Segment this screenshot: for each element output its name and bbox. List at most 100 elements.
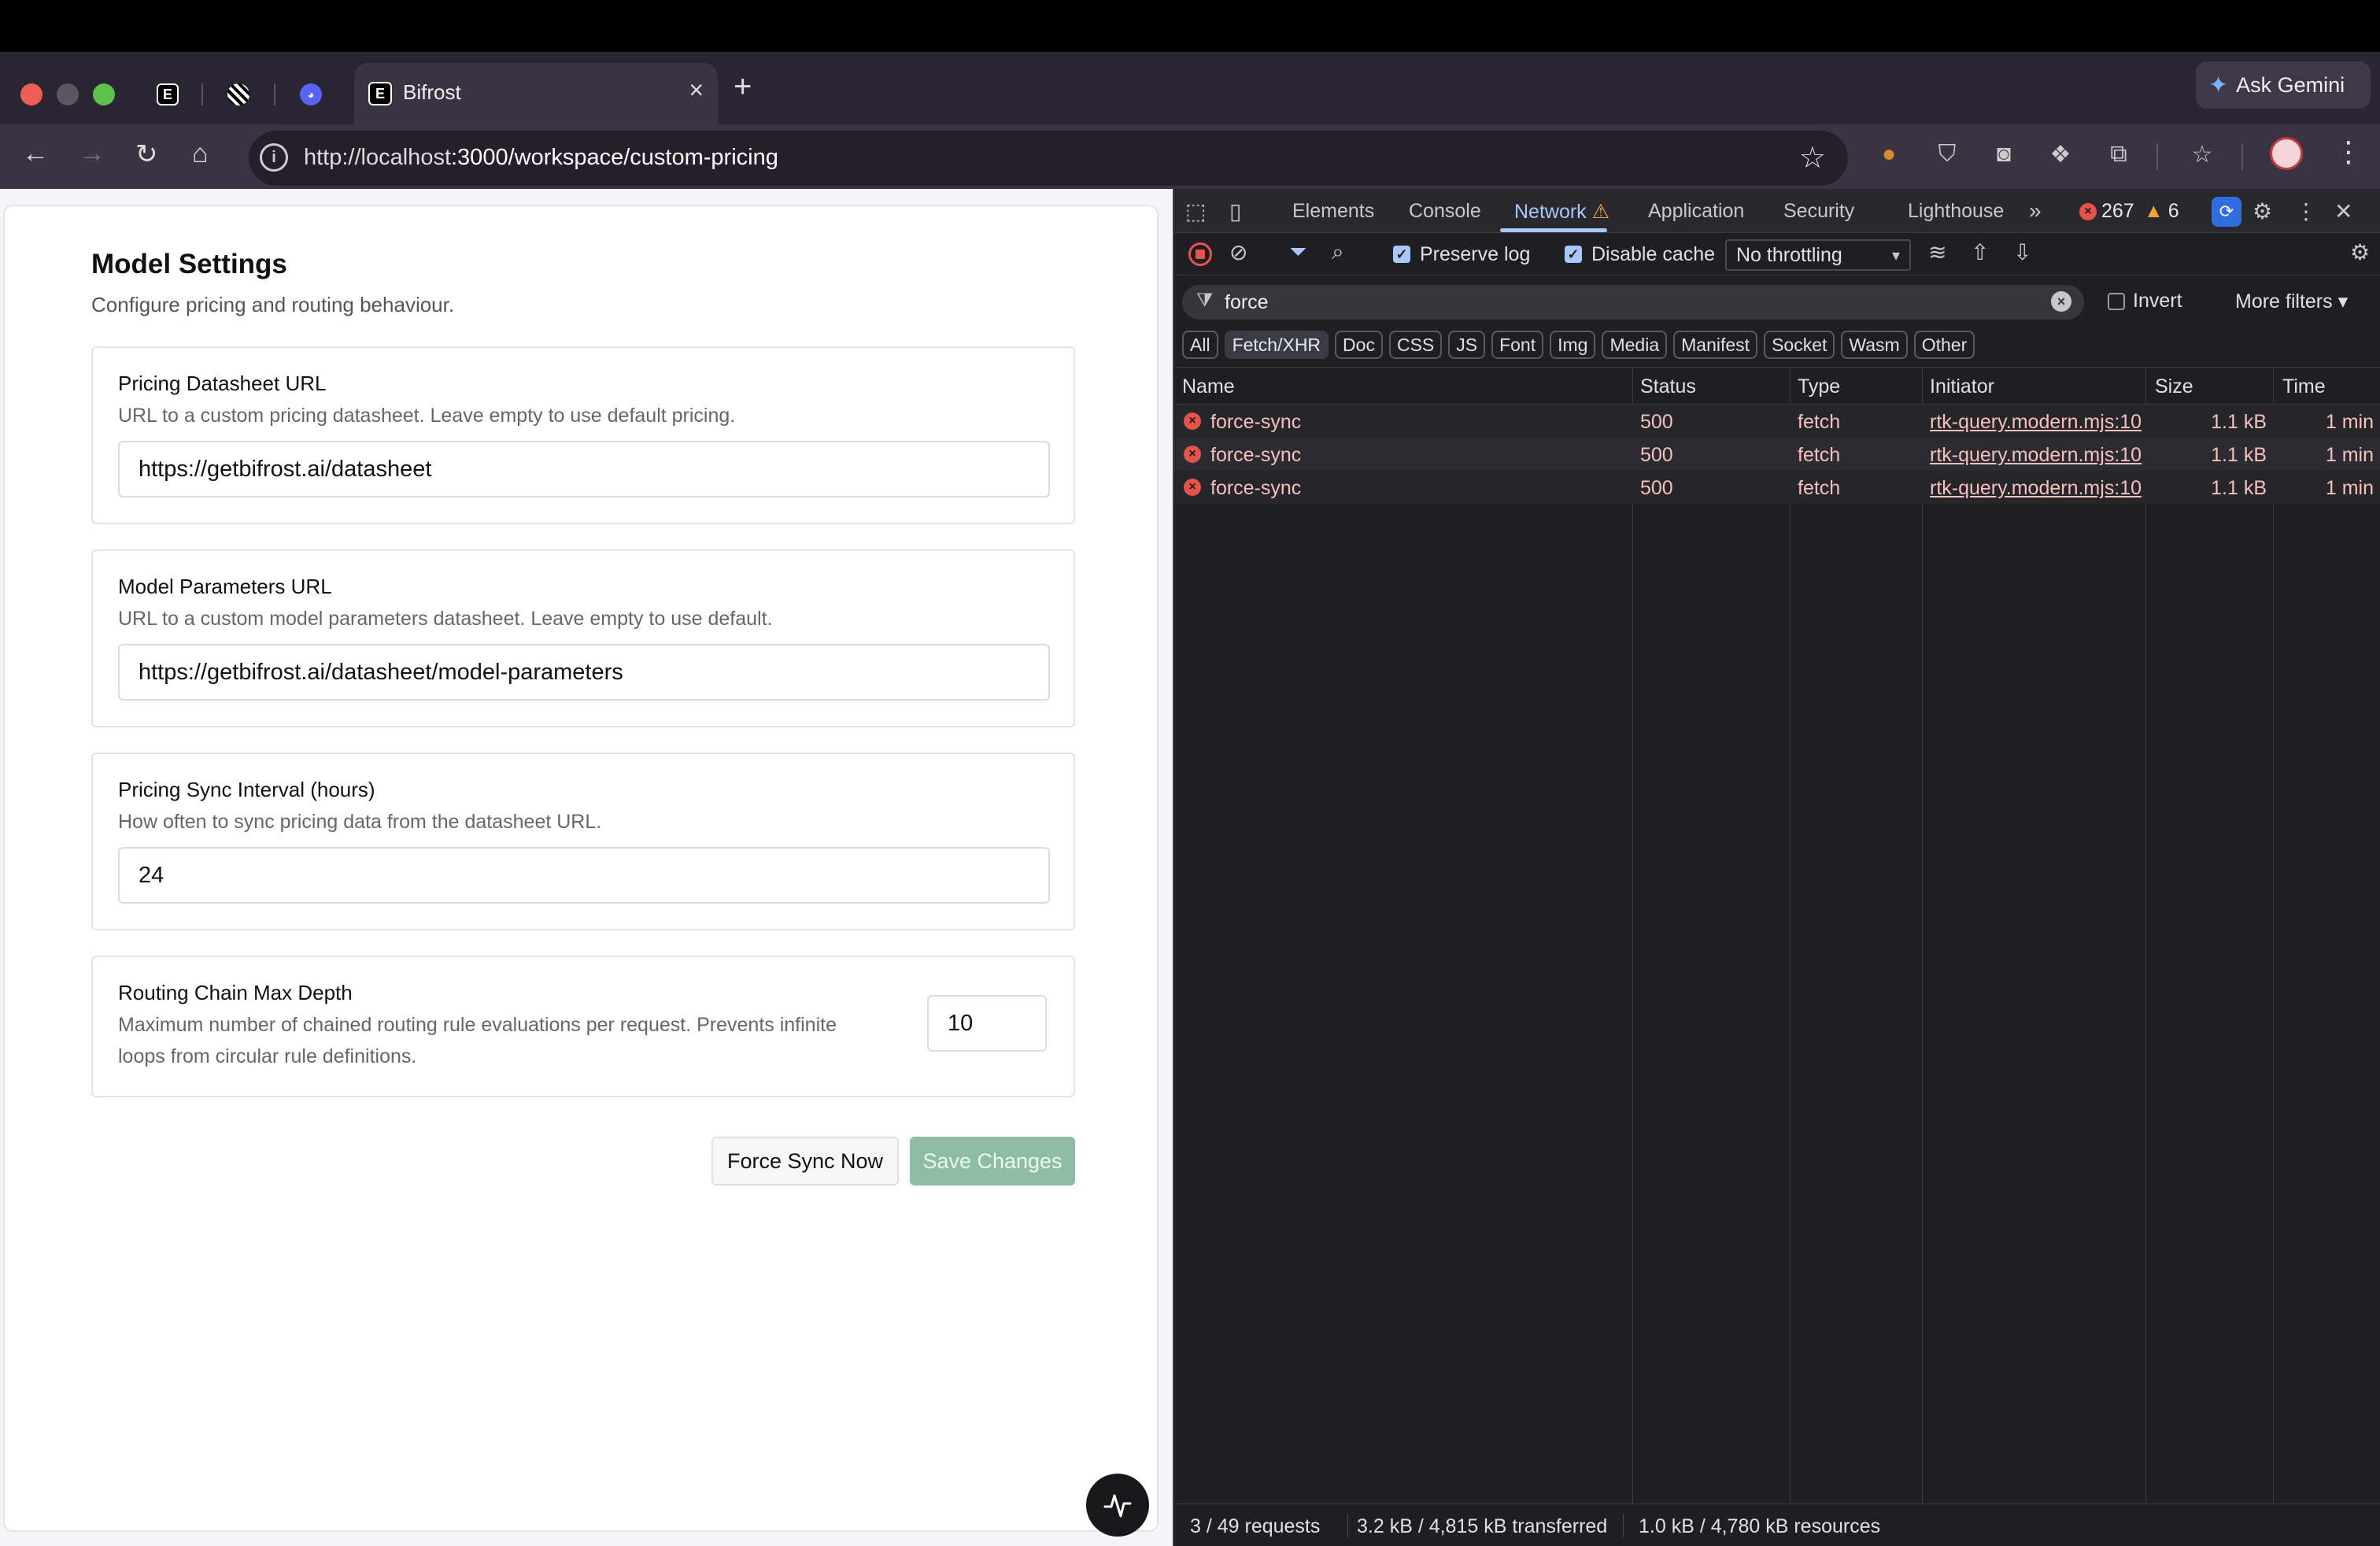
puzzle-extensions-icon[interactable]: ⧉: [2105, 140, 2133, 168]
table-row[interactable]: × force-sync 500 fetch rtk-query.modern.…: [1174, 438, 2380, 471]
column-header-type[interactable]: Type: [1798, 375, 1840, 398]
error-counter[interactable]: × 267: [2079, 200, 2134, 223]
invert-checkbox[interactable]: [2108, 293, 2125, 310]
device-toolbar-icon[interactable]: ▯: [1229, 198, 1241, 224]
devtools-menu-icon[interactable]: ⋮: [2295, 198, 2317, 224]
filter-chip-js[interactable]: JS: [1448, 331, 1486, 359]
table-row[interactable]: × force-sync 500 fetch rtk-query.modern.…: [1174, 471, 2380, 504]
column-header-time[interactable]: Time: [2282, 375, 2326, 398]
pinned-tab-discord[interactable]: ◕: [291, 76, 331, 113]
export-har-icon[interactable]: ⇩: [2013, 239, 2031, 265]
issues-badge-icon[interactable]: ⟳: [2212, 197, 2241, 227]
record-stop-icon[interactable]: [1188, 242, 1212, 266]
import-har-icon[interactable]: ⇧: [1971, 239, 1989, 265]
filter-chip-css[interactable]: CSS: [1388, 331, 1443, 359]
force-sync-button[interactable]: Force Sync Now: [711, 1137, 899, 1185]
filter-chip-wasm[interactable]: Wasm: [1841, 331, 1908, 359]
forward-arrow-icon[interactable]: →: [79, 139, 105, 169]
request-initiator-link[interactable]: rtk-query.modern.mjs:10: [1930, 477, 2155, 500]
browser-menu-icon[interactable]: ⋮: [2334, 135, 2363, 168]
filter-chip-doc[interactable]: Doc: [1335, 331, 1383, 359]
activity-pulse-icon: [1103, 1494, 1132, 1518]
save-changes-button[interactable]: Save Changes: [910, 1137, 1075, 1185]
shield-extension-icon[interactable]: ⛉: [1933, 140, 1961, 168]
request-time: 1 min: [2325, 477, 2374, 499]
profile-avatar[interactable]: [2270, 137, 2303, 170]
filter-chip-img[interactable]: Img: [1550, 331, 1596, 359]
close-devtools-icon[interactable]: ✕: [2334, 198, 2352, 224]
url-text[interactable]: http://localhost:3000/workspace/custom-p…: [304, 145, 778, 171]
site-info-icon[interactable]: i: [260, 143, 288, 172]
disable-cache-checkbox[interactable]: ✓: [1565, 246, 1582, 263]
filter-chip-fetch-xhr[interactable]: Fetch/XHR: [1224, 331, 1329, 359]
request-status: 500: [1640, 477, 1673, 499]
throttling-select[interactable]: No throttling ▾: [1725, 239, 1911, 271]
filter-chip-media[interactable]: Media: [1602, 331, 1668, 359]
home-icon[interactable]: ⌂: [192, 139, 209, 169]
sync-interval-input[interactable]: 24: [118, 847, 1050, 904]
model-parameters-card: Model Parameters URL URL to a custom mod…: [91, 549, 1075, 727]
table-row[interactable]: × force-sync 500 fetch rtk-query.modern.…: [1174, 405, 2380, 438]
active-tab[interactable]: E Bifrost ×: [354, 63, 718, 124]
network-settings-gear-icon[interactable]: ⚙: [2350, 239, 2370, 265]
column-header-name[interactable]: Name: [1182, 375, 1235, 398]
tab-lighthouse[interactable]: Lighthouse: [1908, 200, 2004, 223]
clear-filter-icon[interactable]: ×: [2051, 291, 2071, 312]
request-initiator-link[interactable]: rtk-query.modern.mjs:10: [1930, 444, 2155, 467]
field-help: URL to a custom pricing datasheet. Leave…: [118, 405, 736, 427]
column-header-status[interactable]: Status: [1640, 375, 1696, 398]
back-arrow-icon[interactable]: ←: [22, 139, 49, 169]
minimize-window-button[interactable]: [57, 83, 79, 105]
column-divider: [1632, 367, 1633, 1515]
inspect-element-icon[interactable]: ⬚: [1185, 198, 1206, 224]
pinned-tab-1[interactable]: E: [148, 76, 187, 113]
reload-icon[interactable]: ↻: [135, 139, 158, 170]
warning-counter[interactable]: ▲ 6: [2144, 200, 2179, 223]
filter-chip-manifest[interactable]: Manifest: [1673, 331, 1758, 359]
filter-chip-socket[interactable]: Socket: [1764, 331, 1835, 359]
close-window-button[interactable]: [20, 83, 42, 105]
search-icon[interactable]: ⌕: [1332, 239, 1344, 265]
field-label: Routing Chain Max Depth: [118, 981, 353, 1004]
cookie-extension-icon[interactable]: ●: [1875, 140, 1903, 168]
tab-elements[interactable]: Elements: [1292, 200, 1374, 223]
clear-icon[interactable]: ⊘: [1229, 239, 1247, 265]
filter-input[interactable]: ⧩ force ×: [1182, 285, 2084, 320]
settings-gear-icon[interactable]: ⚙: [2252, 198, 2272, 224]
gift-extension-icon[interactable]: ❖: [2046, 140, 2075, 168]
pinned-tab-2[interactable]: [219, 76, 258, 113]
address-bar[interactable]: i http://localhost:3000/workspace/custom…: [249, 131, 1848, 186]
bookmark-star-icon[interactable]: ☆: [1799, 140, 1826, 176]
activity-fab-button[interactable]: [1086, 1474, 1149, 1537]
pricing-datasheet-url-input[interactable]: https://getbifrost.ai/datasheet: [118, 441, 1050, 497]
preserve-log-checkbox[interactable]: ✓: [1393, 246, 1410, 263]
column-header-initiator[interactable]: Initiator: [1930, 375, 1994, 398]
network-conditions-icon[interactable]: ≋: [1928, 239, 1946, 265]
maximize-window-button[interactable]: [93, 83, 115, 105]
camera-extension-icon[interactable]: ◙: [1990, 140, 2018, 168]
filter-chip-other[interactable]: Other: [1913, 331, 1975, 359]
ask-gemini-button[interactable]: ✦ Ask Gemini: [2196, 61, 2371, 109]
request-type: fetch: [1798, 477, 1841, 499]
max-depth-input[interactable]: 10: [927, 995, 1047, 1052]
filter-chip-font[interactable]: Font: [1491, 331, 1544, 359]
toolbar-separator: [2156, 143, 2158, 170]
close-tab-icon[interactable]: ×: [689, 76, 704, 105]
model-parameters-url-input[interactable]: https://getbifrost.ai/datasheet/model-pa…: [118, 644, 1050, 701]
tab-separator: [274, 83, 275, 105]
more-tabs-chevron-icon[interactable]: »: [2029, 198, 2042, 224]
filter-chip-all[interactable]: All: [1182, 331, 1218, 359]
more-filters-dropdown[interactable]: More filters ▾: [2235, 290, 2348, 313]
tab-network[interactable]: Network ⚠: [1514, 200, 1609, 224]
request-initiator-link[interactable]: rtk-query.modern.mjs:10: [1930, 411, 2155, 434]
tab-console[interactable]: Console: [1409, 200, 1481, 223]
tab-application[interactable]: Application: [1648, 200, 1744, 223]
column-divider: [2145, 367, 2146, 1515]
bookmarks-star-icon[interactable]: ☆: [2188, 140, 2216, 168]
tab-security[interactable]: Security: [1783, 200, 1854, 223]
field-help-line-1: Maximum number of chained routing rule e…: [118, 1014, 837, 1036]
column-header-size[interactable]: Size: [2155, 375, 2193, 398]
filter-funnel-icon[interactable]: ⏷: [1289, 239, 1306, 265]
new-tab-button[interactable]: +: [734, 69, 752, 105]
caret-down-icon: ▾: [2338, 290, 2349, 313]
